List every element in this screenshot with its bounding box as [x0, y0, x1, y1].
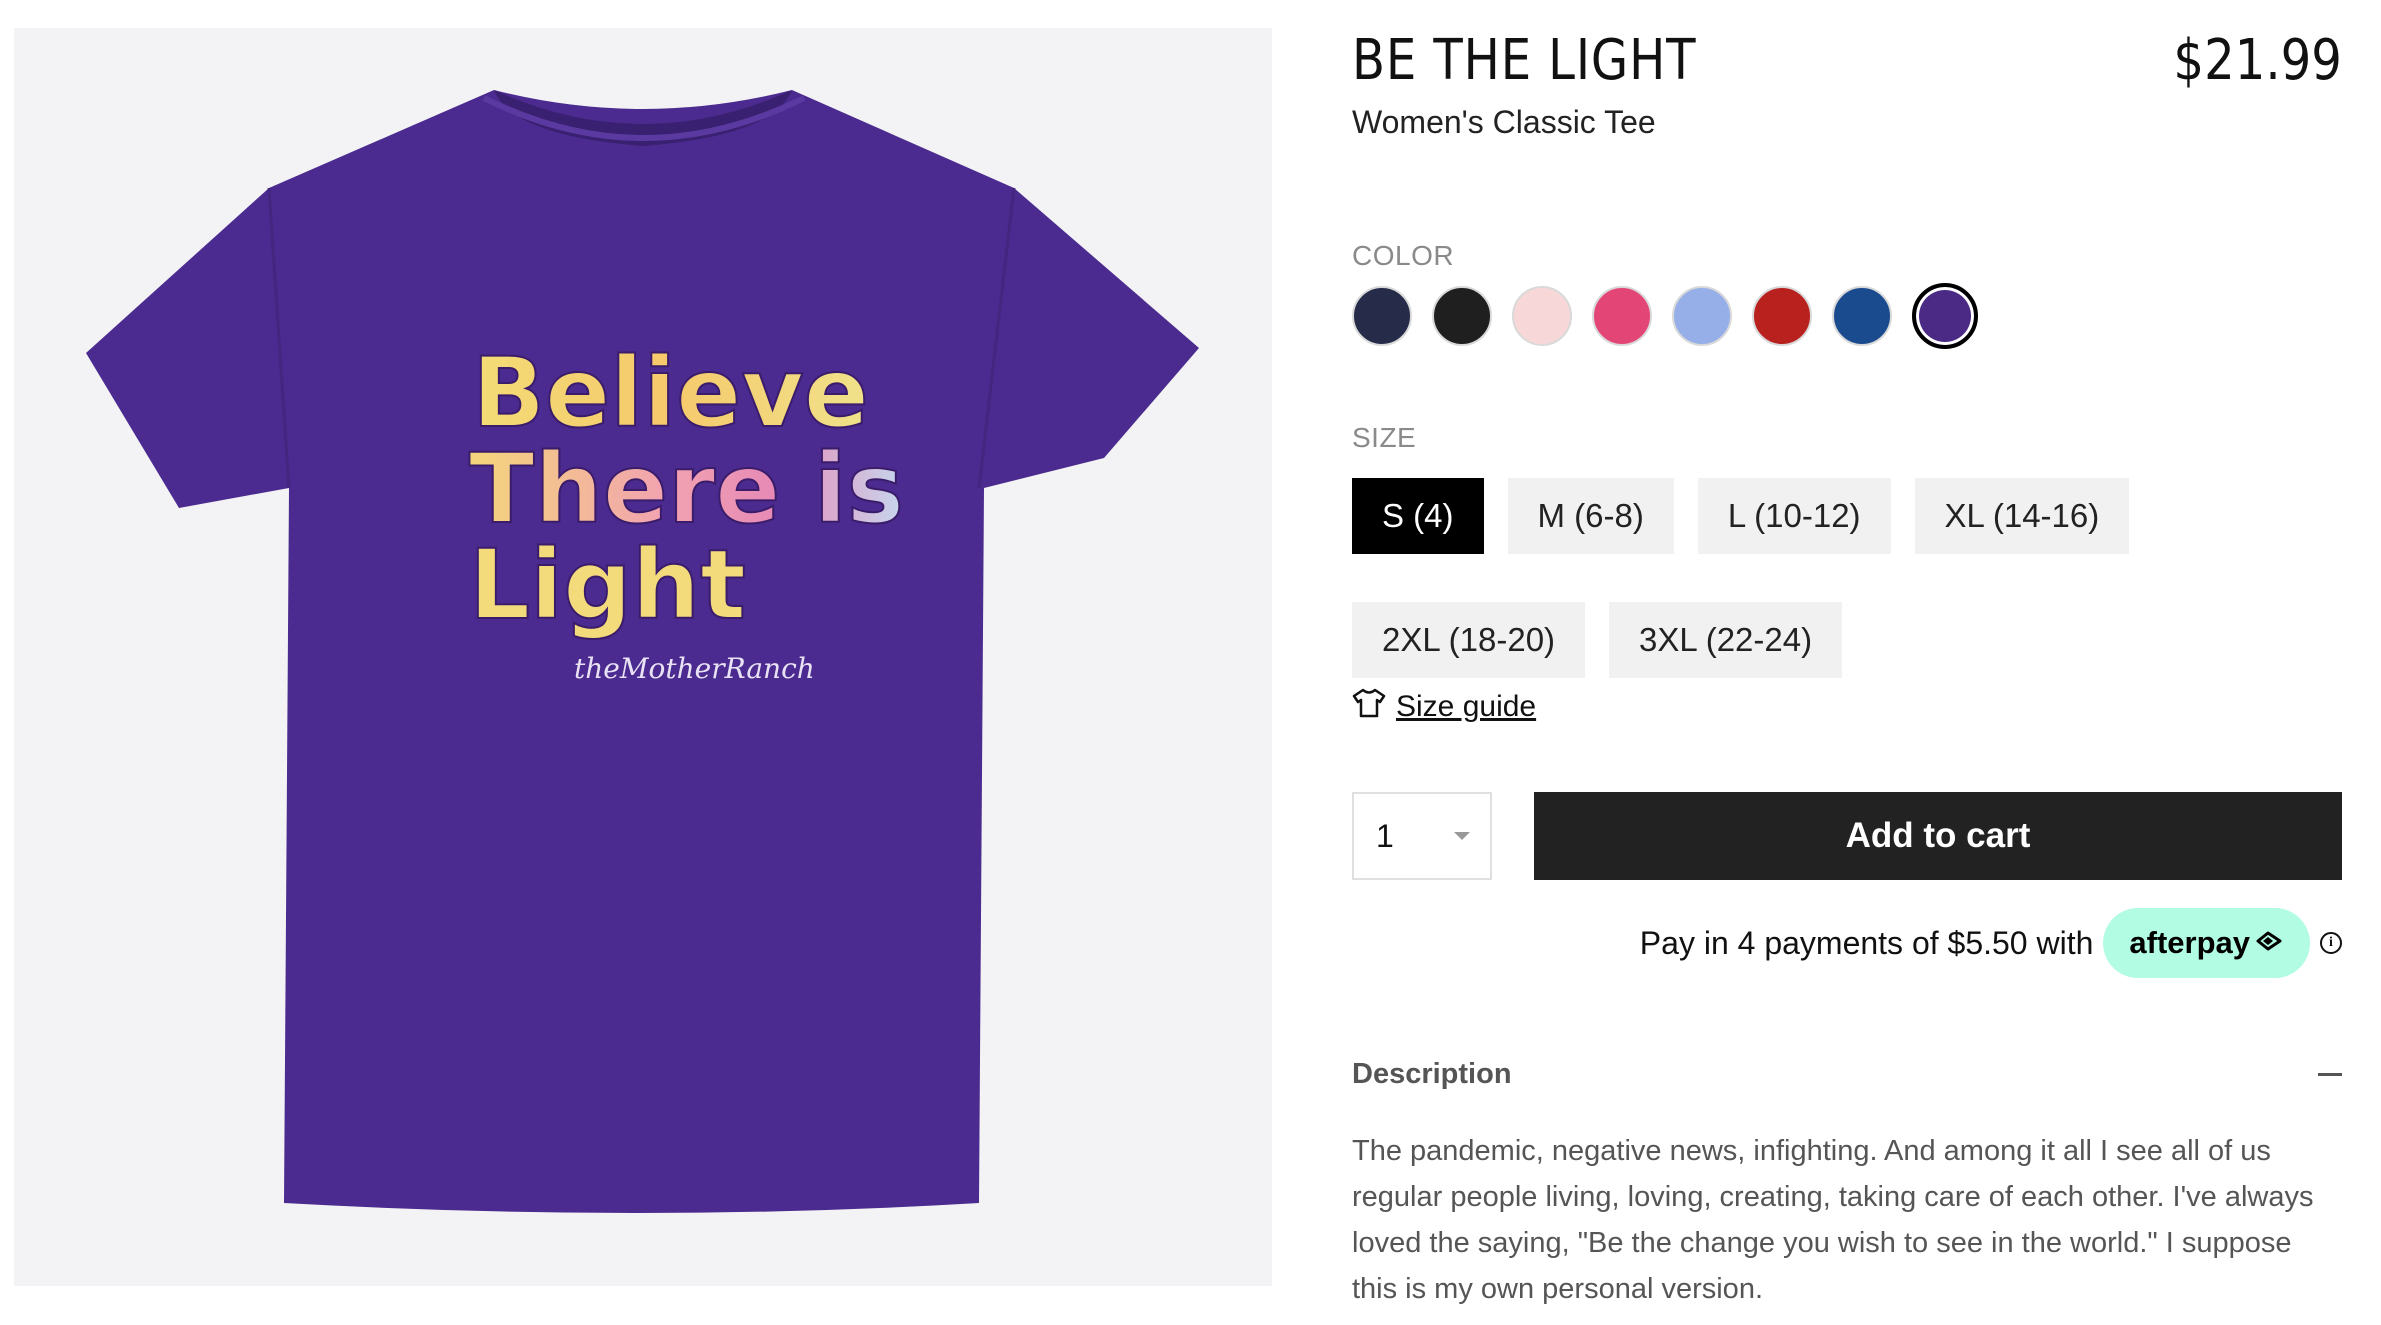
size-option-3xl[interactable]: 3XL (22-24)	[1609, 602, 1843, 678]
size-option-xl[interactable]: XL (14-16)	[1914, 478, 2130, 554]
size-option-2xl[interactable]: 2XL (18-20)	[1352, 602, 1586, 678]
quantity-select[interactable]: 1	[1352, 792, 1492, 880]
afterpay-badge[interactable]: afterpay	[2103, 908, 2310, 978]
print-signature: theMotherRanch	[574, 652, 815, 685]
description-heading: Description	[1352, 1058, 1512, 1090]
add-to-cart-button[interactable]: Add to cart	[1534, 792, 2342, 880]
color-label: COLOR	[1352, 240, 1455, 271]
color-swatch-pink[interactable]	[1592, 286, 1652, 346]
print-line-3: Light	[469, 529, 746, 641]
description-body: The pandemic, negative news, infighting.…	[1352, 1135, 2314, 1305]
color-swatch-purple[interactable]	[1912, 283, 1978, 349]
size-option-l[interactable]: L (10-12)	[1697, 478, 1891, 554]
color-swatch-royal-blue[interactable]	[1832, 286, 1892, 346]
size-options: S (4) M (6-8) L (10-12) XL (14-16) 2XL (…	[1352, 478, 2172, 678]
info-icon[interactable]: i	[2320, 932, 2342, 954]
product-subtitle: Women's Classic Tee	[1352, 104, 1656, 140]
collapse-icon[interactable]	[2318, 1073, 2342, 1076]
color-swatches	[1352, 283, 1978, 349]
afterpay-text: Pay in 4 payments of $5.50 with	[1639, 924, 2094, 961]
color-swatch-red[interactable]	[1752, 286, 1812, 346]
afterpay-brand: afterpay	[2129, 925, 2250, 960]
quantity-value: 1	[1376, 817, 1394, 854]
size-guide[interactable]: Size guide	[1352, 688, 1536, 726]
color-swatch-black[interactable]	[1432, 286, 1492, 346]
chevron-down-icon	[1454, 832, 1470, 840]
afterpay-logo-icon	[2254, 925, 2284, 961]
color-swatch-light-pink[interactable]	[1512, 286, 1572, 346]
size-guide-link[interactable]: Size guide	[1396, 690, 1536, 724]
size-option-m[interactable]: M (6-8)	[1507, 478, 1674, 554]
product-price: $21.99	[2173, 28, 2342, 93]
tshirt-icon	[1352, 688, 1386, 726]
color-swatch-navy[interactable]	[1352, 286, 1412, 346]
color-swatch-light-blue[interactable]	[1672, 286, 1732, 346]
size-label: SIZE	[1352, 422, 1417, 453]
product-image[interactable]: Believe There is Light theMotherRanch	[14, 28, 1272, 1286]
tshirt-illustration: Believe There is Light theMotherRanch	[86, 90, 1199, 1213]
afterpay-row: Pay in 4 payments of $5.50 with afterpay…	[1640, 908, 2342, 978]
description-header[interactable]: Description	[1352, 1058, 2342, 1091]
product-title: BE THE LIGHT	[1352, 28, 1697, 93]
size-option-s[interactable]: S (4)	[1352, 478, 1484, 554]
